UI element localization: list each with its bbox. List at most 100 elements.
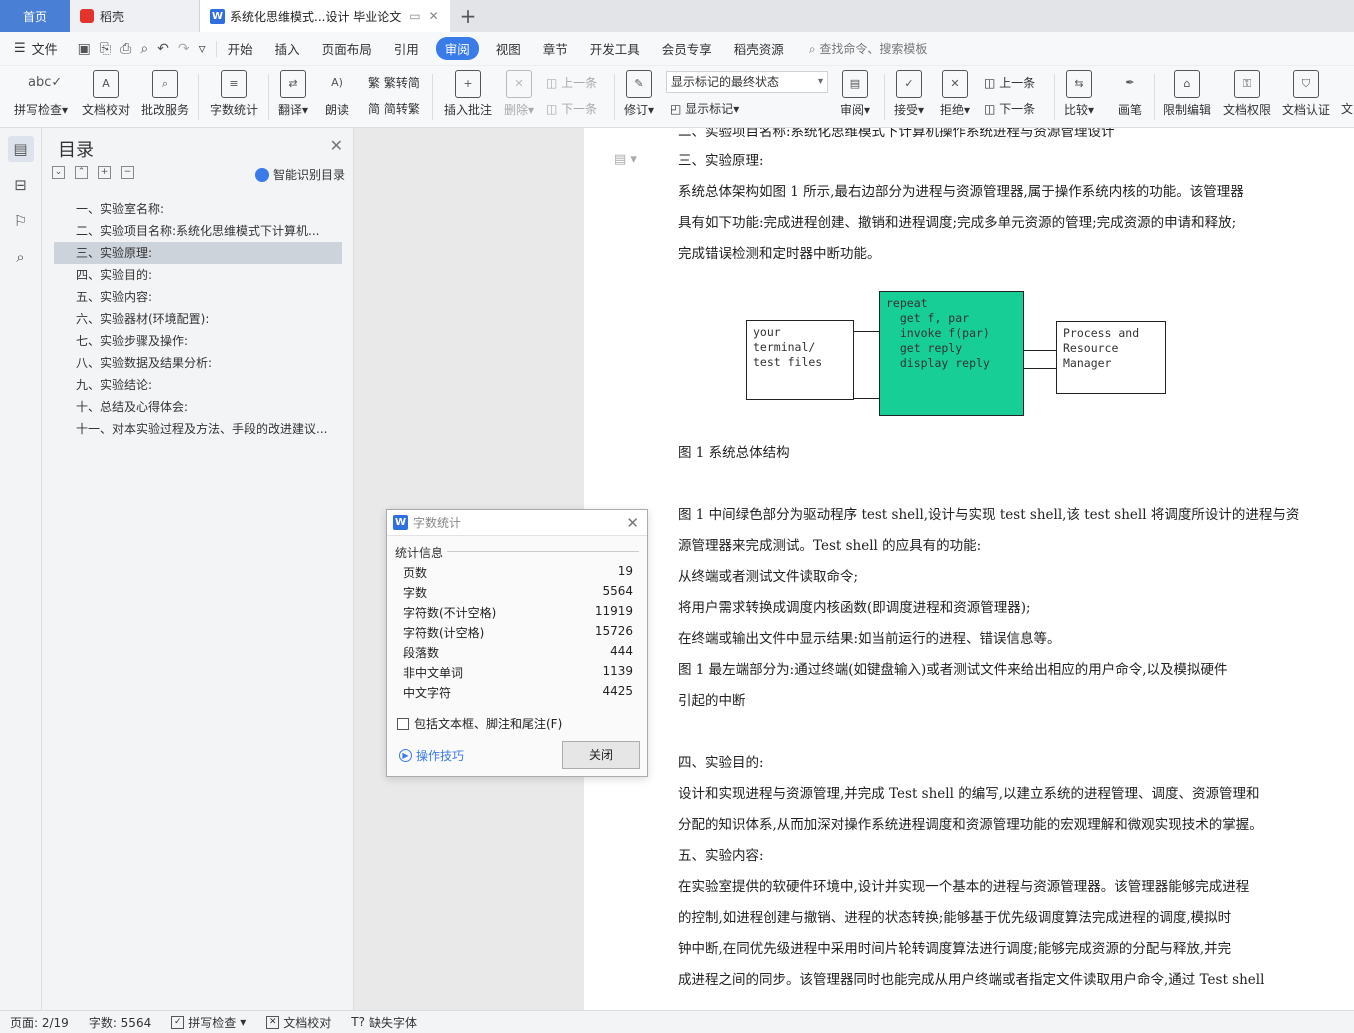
command-search[interactable]: ⌕ 查找命令、搜索模板 xyxy=(809,40,928,57)
chevron-up-icon[interactable]: ⌃ xyxy=(75,166,88,179)
doc-check-button[interactable]: A 文档校对 xyxy=(80,70,132,118)
outline-item[interactable]: 一、实验室名称: xyxy=(54,198,342,220)
permission-icon: ⚿ xyxy=(1234,70,1260,98)
pin-icon[interactable]: ▭ xyxy=(409,9,420,23)
undo-icon[interactable]: ↶ xyxy=(157,41,169,57)
ribbon-overflow-label[interactable]: 文 xyxy=(1340,100,1354,117)
outline-item[interactable]: 九、实验结论: xyxy=(54,374,342,396)
to-simplified-button[interactable]: 简 简转繁 xyxy=(368,100,420,117)
close-icon[interactable]: ✕ xyxy=(626,514,639,532)
new-tab-button[interactable]: + xyxy=(450,0,486,32)
outline-item[interactable]: 七、实验步骤及操作: xyxy=(54,330,342,352)
doc-line: 完成错误检测和定时器中断功能。 xyxy=(678,246,881,262)
delete-comment-button[interactable]: ✕ 删除▾ xyxy=(502,70,536,118)
paragraph-options-icon[interactable]: ▤ ▾ xyxy=(614,152,637,167)
close-button[interactable]: 关闭 xyxy=(562,741,640,769)
doc-line: 具有如下功能:完成进程创建、撤销和进程调度;完成多单元资源的管理;完成资源的申请… xyxy=(678,215,1237,231)
tab-daoke[interactable]: 稻壳 xyxy=(70,0,200,32)
dialog-title: 字数统计 xyxy=(413,516,462,530)
doc-line: 源管理器来完成测试。Test shell 的应具有的功能: xyxy=(678,538,982,554)
print-icon[interactable]: ⎙ xyxy=(120,41,131,57)
outline-item[interactable]: 十一、对本实验过程及方法、手段的改进建议... xyxy=(54,418,342,440)
doc-line: 在实验室提供的软硬件环境中,设计并实现一个基本的进程与资源管理器。该管理器能够完… xyxy=(678,879,1250,895)
restrict-editing-button[interactable]: ⌂ 限制编辑 xyxy=(1162,70,1212,118)
pen-button[interactable]: ✒ 画笔 xyxy=(1114,70,1146,118)
doc-certify-button[interactable]: ⛉ 文档认证 xyxy=(1280,70,1332,118)
preview-icon[interactable]: ⌕ xyxy=(140,41,148,57)
missing-font-indicator[interactable]: T? 缺失字体 xyxy=(341,1014,427,1031)
close-icon[interactable]: ✕ xyxy=(330,136,343,155)
doc-permission-button[interactable]: ⚿ 文档权限 xyxy=(1222,70,1272,118)
tab-document[interactable]: W 系统化思维模式...设计 毕业论文 ▭ ✕ xyxy=(200,0,450,32)
outline-item[interactable]: 六、实验器材(环境配置): xyxy=(54,308,342,330)
menu-item-layout[interactable]: 页面布局 xyxy=(311,39,383,58)
menu-item-developer[interactable]: 开发工具 xyxy=(579,39,651,58)
customize-icon[interactable]: ▿ xyxy=(199,41,206,57)
spell-check-label: 拼写检查 xyxy=(13,103,62,117)
stats-section-label: 统计信息 xyxy=(395,546,444,560)
prev-comment-button[interactable]: ◫ 上一条 xyxy=(546,74,597,91)
outline-item[interactable]: 四、实验目的: xyxy=(54,264,342,286)
outline-item[interactable]: 八、实验数据及结果分析: xyxy=(54,352,342,374)
read-aloud-button[interactable]: A) 朗读 xyxy=(320,70,354,118)
chevron-down-icon[interactable]: ⌄ xyxy=(52,166,65,179)
stats-value: 1139 xyxy=(602,664,633,678)
word-count-indicator[interactable]: 字数: 5564 xyxy=(79,1014,161,1031)
close-icon[interactable]: ✕ xyxy=(429,9,439,23)
word-count-button[interactable]: ≡ 字数统计 xyxy=(208,70,260,118)
menu-item-review[interactable]: 审阅 xyxy=(435,37,479,60)
expand-icon[interactable]: + xyxy=(98,166,111,179)
smart-toc-button[interactable]: 智能识别目录 xyxy=(254,166,345,183)
translate-button[interactable]: ⇄ 翻译▾ xyxy=(276,70,310,118)
chapter-icon[interactable]: ⊟ xyxy=(8,172,34,198)
outline-icon[interactable]: ▤ xyxy=(7,136,34,162)
redo-icon[interactable]: ↷ xyxy=(178,41,190,57)
dialog-title-bar[interactable]: W 字数统计 xyxy=(387,510,647,536)
review-pane-button[interactable]: ▤ 审阅▾ xyxy=(838,70,872,118)
search-icon[interactable]: ⌕ xyxy=(8,244,34,270)
spell-check-toggle[interactable]: ✓ 拼写检查 ▾ xyxy=(161,1014,256,1031)
accept-button[interactable]: ✓ 接受▾ xyxy=(892,70,926,118)
reject-button[interactable]: ✕ 拒绝▾ xyxy=(938,70,972,118)
writer-logo-icon: W xyxy=(393,515,408,530)
menu-item-section[interactable]: 章节 xyxy=(532,39,579,58)
menu-item-member[interactable]: 会员专享 xyxy=(651,39,723,58)
menu-item-reference[interactable]: 引用 xyxy=(383,39,430,58)
outline-item-selected[interactable]: 三、实验原理: xyxy=(54,242,342,264)
document-page[interactable]: 二、实验项目名称:系统化思维模式下计算机操作系统进程与资源管理设计 ▤ ▾ 三、… xyxy=(584,128,1354,1010)
outline-item[interactable]: 十、总结及心得体会: xyxy=(54,396,342,418)
outline-item[interactable]: 五、实验内容: xyxy=(54,286,342,308)
tab-home[interactable]: 首页 xyxy=(0,0,70,32)
menu-bar: ☰ 文件 ▣ ⎘ ⎙ ⌕ ↶ ↷ ▿ 开始 插入 页面布局 引用 审阅 视图 章… xyxy=(0,32,1354,66)
page-indicator[interactable]: 页面: 2/19 xyxy=(0,1014,79,1031)
status-bar: 页面: 2/19 字数: 5564 ✓ 拼写检查 ▾ ✕ 文档校对 T? 缺失字体 xyxy=(0,1010,1354,1033)
to-traditional-button[interactable]: 繁 繁转简 xyxy=(368,74,420,91)
menu-item-view[interactable]: 视图 xyxy=(485,39,532,58)
insert-comment-button[interactable]: + 插入批注 xyxy=(442,70,494,118)
stats-row: 非中文单词 1139 xyxy=(403,664,633,684)
spell-check-button[interactable]: abc✓ 拼写检查▾ xyxy=(12,70,70,118)
collapse-icon[interactable]: − xyxy=(121,166,134,179)
menu-item-start[interactable]: 开始 xyxy=(217,39,264,58)
show-markup-button[interactable]: ◰ 显示标记▾ xyxy=(670,100,739,117)
file-menu[interactable]: ☰ 文件 xyxy=(0,39,68,58)
compare-button[interactable]: ⇆ 比较▾ xyxy=(1062,70,1096,118)
export-icon[interactable]: ⎘ xyxy=(100,41,111,57)
doc-line: 五、实验内容: xyxy=(678,848,764,864)
batch-service-button[interactable]: ⌕ 批改服务 xyxy=(140,70,190,118)
next-change-button[interactable]: ◫ 下一条 xyxy=(984,100,1035,117)
tips-link[interactable]: ▶ 操作技巧 xyxy=(399,747,464,764)
track-changes-button[interactable]: ✎ 修订▾ xyxy=(622,70,656,118)
outline-item[interactable]: 二、实验项目名称:系统化思维模式下计算机... xyxy=(54,220,342,242)
menu-item-resources[interactable]: 稻壳资源 xyxy=(723,39,795,58)
doc-check-toggle[interactable]: ✕ 文档校对 xyxy=(256,1014,341,1031)
include-textbox-checkbox[interactable]: 包括文本框、脚注和尾注(F) xyxy=(397,715,562,732)
menu-item-insert[interactable]: 插入 xyxy=(264,39,311,58)
markup-display-select[interactable]: 显示标记的最终状态 xyxy=(666,71,828,93)
bookmark-icon[interactable]: ⚐ xyxy=(8,208,34,234)
checkbox-box[interactable] xyxy=(397,717,409,730)
save-icon[interactable]: ▣ xyxy=(78,41,91,57)
doc-line: 引起的中断 xyxy=(678,693,746,709)
next-comment-button[interactable]: ◫ 下一条 xyxy=(546,100,597,117)
prev-change-button[interactable]: ◫ 上一条 xyxy=(984,74,1035,91)
